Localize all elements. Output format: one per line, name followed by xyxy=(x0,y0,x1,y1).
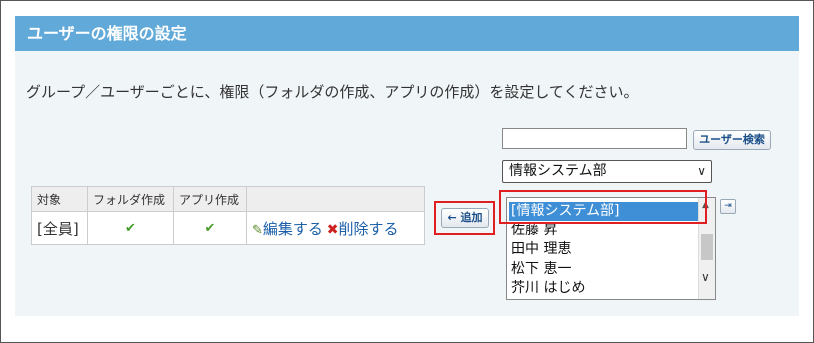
table-row: [全員] ✔ ✔ ✎編集する ✖削除する xyxy=(31,211,425,245)
delete-link[interactable]: ✖削除する xyxy=(327,220,399,238)
user-search-button[interactable]: ユーザー検索 xyxy=(693,130,771,150)
scroll-down-icon[interactable]: ∨ xyxy=(701,270,710,284)
actions-cell: ✎編集する ✖削除する xyxy=(246,211,425,245)
list-item-highlight xyxy=(499,190,707,224)
description-text: グループ／ユーザーごとに、権限（フォルダの作成、アプリの作成）を設定してください… xyxy=(26,83,639,101)
column-header-folder-create: フォルダ作成 xyxy=(87,186,174,212)
add-button[interactable]: ← 追加 xyxy=(441,208,489,228)
target-cell: [全員] xyxy=(31,211,88,245)
column-header-actions xyxy=(246,186,425,212)
delete-label: 削除する xyxy=(338,219,399,238)
edit-label: 編集する xyxy=(262,219,323,238)
arrow-right-icon[interactable]: ⇥ xyxy=(720,199,736,214)
check-icon: ✔ xyxy=(173,211,247,245)
list-item[interactable]: 芥川 はじめ xyxy=(509,279,585,298)
column-header-target: 対象 xyxy=(31,186,88,212)
pencil-icon: ✎ xyxy=(252,222,263,238)
edit-link[interactable]: ✎編集する xyxy=(252,220,323,238)
chevron-down-icon: ∨ xyxy=(697,164,706,178)
group-select-value: 情報システム部 xyxy=(509,163,607,179)
table-header-row: 対象 フォルダ作成 アプリ作成 xyxy=(31,186,425,212)
list-item[interactable]: 田中 理恵 xyxy=(509,240,571,259)
scroll-thumb[interactable] xyxy=(701,234,713,260)
check-icon: ✔ xyxy=(87,211,174,245)
group-select[interactable]: 情報システム部 ∨ xyxy=(502,160,712,183)
permission-table: 対象 フォルダ作成 アプリ作成 [全員] ✔ ✔ ✎編集する ✖削除する xyxy=(31,186,425,245)
panel-title: ユーザーの権限の設定 xyxy=(15,16,799,51)
cross-icon: ✖ xyxy=(326,221,339,238)
user-search-input[interactable] xyxy=(502,128,687,149)
list-item[interactable]: 松下 恵一 xyxy=(509,260,571,279)
column-header-app-create: アプリ作成 xyxy=(173,186,247,212)
